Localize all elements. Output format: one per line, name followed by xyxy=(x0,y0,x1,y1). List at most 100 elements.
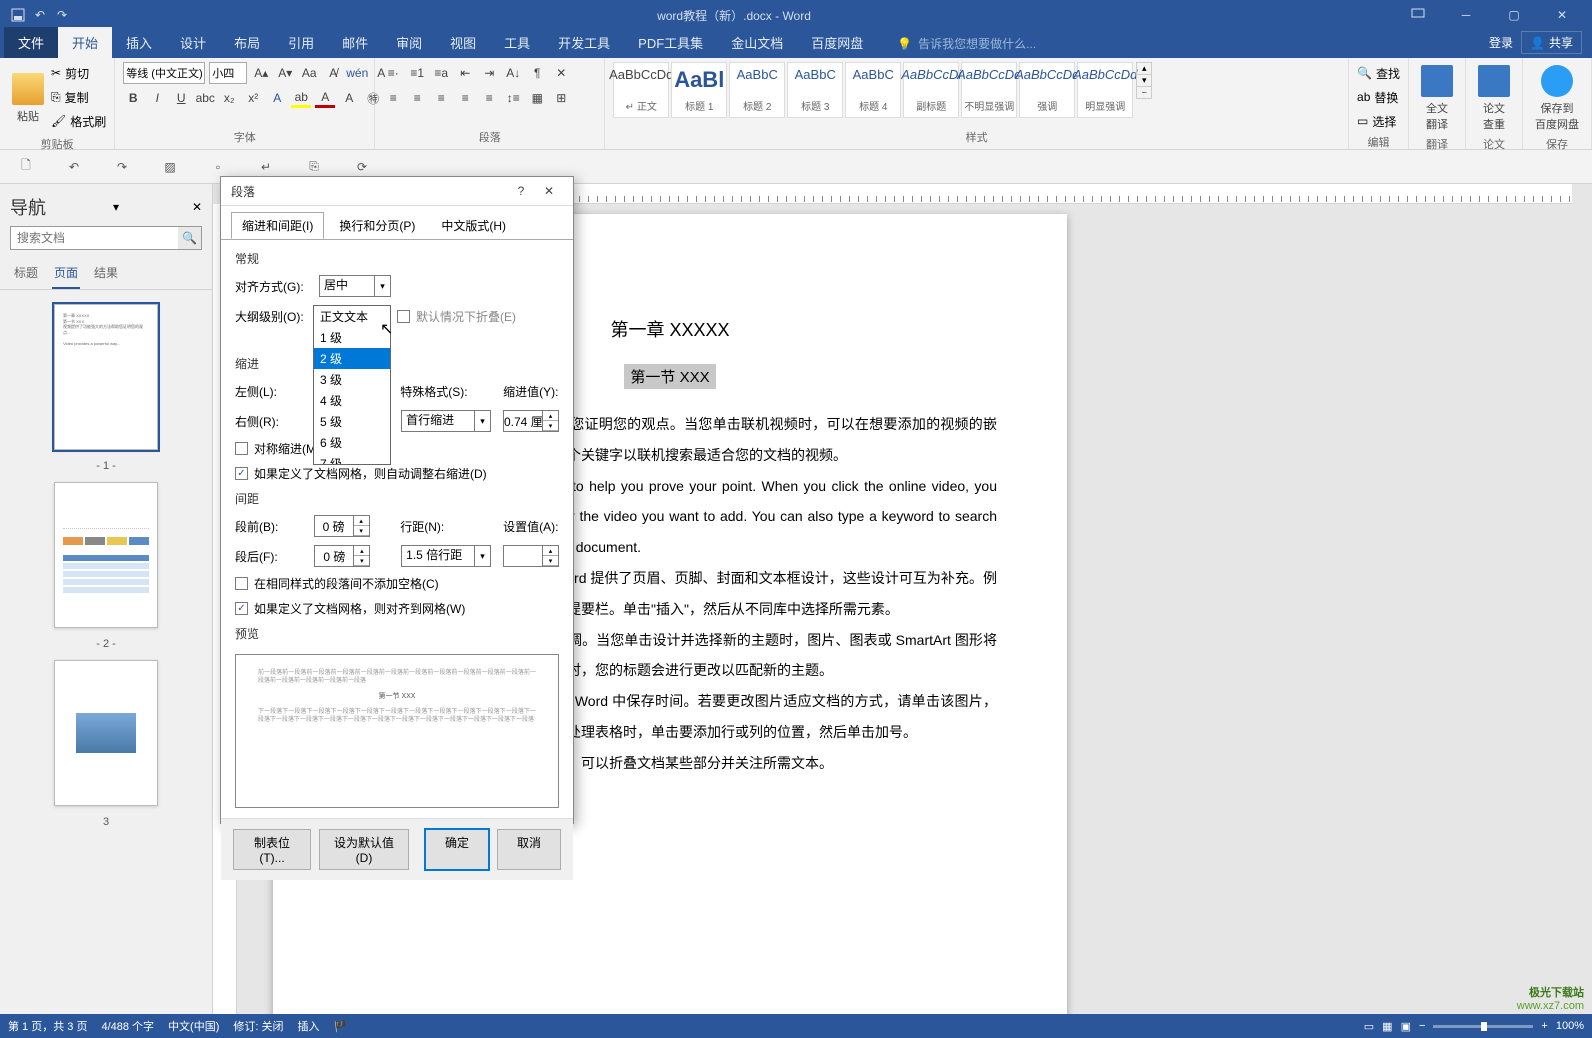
qat-new-icon[interactable]: 🗋 xyxy=(14,155,38,179)
nav-tab-pages[interactable]: 页面 xyxy=(52,260,80,289)
nav-tab-headings[interactable]: 标题 xyxy=(12,260,40,289)
bold-icon[interactable]: B xyxy=(123,88,143,108)
qat-layout-icon[interactable]: ▨ xyxy=(158,155,182,179)
spin-up-icon[interactable]: ▴ xyxy=(543,546,558,556)
dialog-help-button[interactable]: ? xyxy=(507,177,535,205)
dialog-tab-linebreak[interactable]: 换行和分页(P) xyxy=(328,212,426,239)
search-input[interactable] xyxy=(11,227,178,249)
font-size-select[interactable] xyxy=(209,62,247,84)
grow-font-icon[interactable]: A▴ xyxy=(251,63,271,83)
before-spin[interactable]: ▴▾ xyxy=(314,515,370,537)
status-words[interactable]: 4/488 个字 xyxy=(101,1018,154,1034)
strike-icon[interactable]: abc xyxy=(195,88,215,108)
align-right-icon[interactable]: ≡ xyxy=(431,88,451,108)
outline-option[interactable]: 5 级 xyxy=(314,411,390,432)
copy-button[interactable]: ⎘复制 xyxy=(51,86,106,108)
redo-icon[interactable]: ↷ xyxy=(52,5,72,25)
ok-button[interactable]: 确定 xyxy=(425,829,489,870)
tab-tools[interactable]: 工具 xyxy=(490,27,544,58)
auto-indent-checkbox[interactable]: ✓ xyxy=(235,467,248,480)
status-lang[interactable]: 中文(中国) xyxy=(168,1018,219,1034)
tab-insert[interactable]: 插入 xyxy=(112,27,166,58)
align-center-icon[interactable]: ≡ xyxy=(407,88,427,108)
subscript-icon[interactable]: x₂ xyxy=(219,88,239,108)
tab-home[interactable]: 开始 xyxy=(58,27,112,58)
style-heading4[interactable]: AaBbC标题 4 xyxy=(845,62,901,118)
view-print-icon[interactable]: ▦ xyxy=(1382,1020,1392,1033)
tab-mailings[interactable]: 邮件 xyxy=(328,27,382,58)
status-extra-icon[interactable]: 🏴 xyxy=(334,1020,348,1033)
tab-design[interactable]: 设计 xyxy=(166,27,220,58)
change-case-icon[interactable]: Aa xyxy=(299,63,319,83)
dialog-titlebar[interactable]: 段落 ? ✕ xyxy=(221,177,573,206)
borders-icon[interactable]: ⊞ xyxy=(551,88,571,108)
minimize-button[interactable]: ─ xyxy=(1444,0,1488,30)
style-more-icon[interactable]: ⎯ xyxy=(1137,86,1151,98)
status-insert[interactable]: 插入 xyxy=(298,1018,320,1034)
zoom-level[interactable]: 100% xyxy=(1556,1020,1584,1032)
bullets-icon[interactable]: ≡· xyxy=(383,63,403,83)
dialog-tab-chinese[interactable]: 中文版式(H) xyxy=(430,212,517,239)
outline-option[interactable]: 6 级 xyxy=(314,432,390,453)
tab-review[interactable]: 审阅 xyxy=(382,27,436,58)
show-marks-icon[interactable]: ¶ xyxy=(527,63,547,83)
nav-dropdown-icon[interactable]: ▾ xyxy=(113,200,119,214)
decrease-indent-icon[interactable]: ⇤ xyxy=(455,63,475,83)
status-page[interactable]: 第 1 页，共 3 页 xyxy=(8,1018,87,1034)
line-spacing-icon[interactable]: ↕≡ xyxy=(503,88,523,108)
special-select[interactable]: 首行缩进▾ xyxy=(401,410,491,432)
tab-pdf[interactable]: PDF工具集 xyxy=(624,27,717,58)
numbering-icon[interactable]: ≡1 xyxy=(407,63,427,83)
doc-heading-2[interactable]: 第一节 XXX xyxy=(624,364,715,389)
style-up-icon[interactable]: ▴ xyxy=(1137,63,1151,74)
dialog-tab-indent[interactable]: 缩进和间距(I) xyxy=(231,212,324,239)
replace-button[interactable]: ab替换 xyxy=(1357,86,1398,108)
outline-option[interactable]: 2 级 xyxy=(314,348,390,369)
spin-down-icon[interactable]: ▾ xyxy=(354,556,369,566)
at-spin[interactable]: ▴▾ xyxy=(503,545,559,567)
outline-option[interactable]: 7 级 xyxy=(314,453,390,465)
save-icon[interactable] xyxy=(8,5,28,25)
line-spacing-select[interactable]: 1.5 倍行距▾ xyxy=(401,545,491,567)
spin-up-icon[interactable]: ▴ xyxy=(354,546,369,556)
zoom-out-icon[interactable]: − xyxy=(1419,1020,1425,1032)
distribute-icon[interactable]: ≡ xyxy=(479,88,499,108)
outline-option[interactable]: 3 级 xyxy=(314,369,390,390)
qat-refresh-icon[interactable]: ⟳ xyxy=(350,155,374,179)
default-button[interactable]: 设为默认值(D) xyxy=(319,829,409,870)
style-heading3[interactable]: AaBbC标题 3 xyxy=(787,62,843,118)
alignment-select[interactable]: 居中▾ xyxy=(319,275,391,297)
style-gallery[interactable]: AaBbCcDd↵ 正文 AaBl标题 1 AaBbC标题 2 AaBbC标题 … xyxy=(613,62,1133,118)
style-subtle[interactable]: AaBbCcDd不明显强调 xyxy=(961,62,1017,118)
status-track[interactable]: 修订: 关闭 xyxy=(233,1018,283,1034)
ribbon-options-icon[interactable] xyxy=(1396,0,1440,30)
thesis-check-button[interactable]: 论文 查重 xyxy=(1474,62,1514,134)
spin-down-icon[interactable]: ▾ xyxy=(354,526,369,536)
font-color-icon[interactable]: A xyxy=(315,88,335,108)
view-read-icon[interactable]: ▭ xyxy=(1364,1020,1374,1033)
justify-icon[interactable]: ≡ xyxy=(455,88,475,108)
tab-baidu[interactable]: 百度网盘 xyxy=(797,27,877,58)
ltr-icon[interactable]: ✕ xyxy=(551,63,571,83)
grid-checkbox[interactable]: ✓ xyxy=(235,602,248,615)
tabs-button[interactable]: 制表位(T)... xyxy=(233,829,311,870)
outline-option[interactable]: 1 级 xyxy=(314,327,390,348)
style-heading2[interactable]: AaBbC标题 2 xyxy=(729,62,785,118)
zoom-in-icon[interactable]: + xyxy=(1541,1020,1547,1032)
find-button[interactable]: 🔍查找 xyxy=(1357,62,1400,84)
qat-break-icon[interactable]: ↵ xyxy=(254,155,278,179)
tab-view[interactable]: 视图 xyxy=(436,27,490,58)
style-emphasis[interactable]: AaBbCcDd强调 xyxy=(1019,62,1075,118)
format-painter-button[interactable]: 🖌格式刷 xyxy=(51,110,106,132)
share-button[interactable]: 👤共享 xyxy=(1521,31,1582,54)
tab-wps[interactable]: 金山文档 xyxy=(717,27,797,58)
collapse-checkbox[interactable] xyxy=(397,310,410,323)
close-button[interactable]: ✕ xyxy=(1540,0,1584,30)
maximize-button[interactable]: ▢ xyxy=(1492,0,1536,30)
qat-show-icon[interactable]: ▫ xyxy=(206,155,230,179)
tab-developer[interactable]: 开发工具 xyxy=(544,27,624,58)
login-link[interactable]: 登录 xyxy=(1489,34,1513,51)
dialog-close-button[interactable]: ✕ xyxy=(535,177,563,205)
style-down-icon[interactable]: ▾ xyxy=(1137,74,1151,86)
tab-layout[interactable]: 布局 xyxy=(220,27,274,58)
